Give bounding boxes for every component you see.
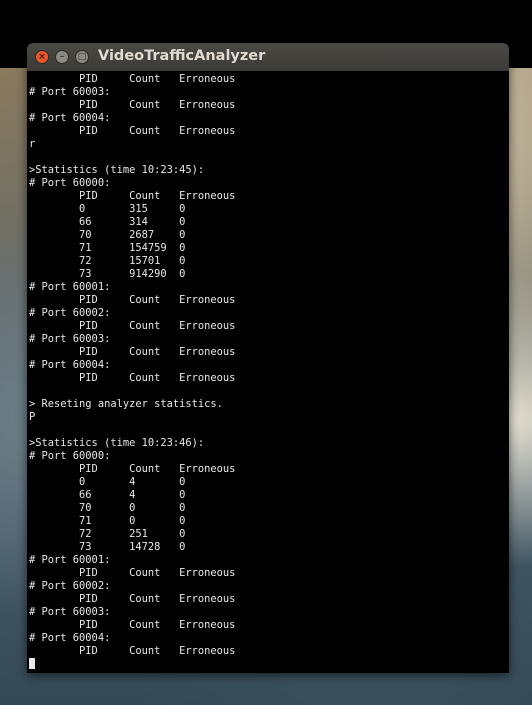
terminal-line: # Port 60002:: [29, 307, 111, 319]
terminal-line: PID Count Erroneous: [29, 125, 236, 137]
terminal-line: 73 914290 0: [29, 268, 186, 280]
terminal-line: PID Count Erroneous: [29, 99, 236, 111]
terminal-line: 71 154759 0: [29, 242, 186, 254]
terminal-line: 0 4 0: [29, 476, 186, 488]
terminal-line: PID Count Erroneous: [29, 567, 236, 579]
terminal-line: # Port 60004:: [29, 632, 111, 644]
terminal-line: # Port 60003:: [29, 333, 111, 345]
terminal-cursor: [29, 658, 35, 669]
terminal-line: PID Count Erroneous: [29, 346, 236, 358]
terminal-line: # Port 60001:: [29, 554, 111, 566]
terminal-line: PID Count Erroneous: [29, 320, 236, 332]
terminal-line: PID Count Erroneous: [29, 73, 236, 85]
terminal-line: 73 14728 0: [29, 541, 186, 553]
terminal-line: PID Count Erroneous: [29, 463, 236, 475]
terminal-line: P: [29, 411, 36, 423]
window-title: VideoTrafficAnalyzer: [98, 48, 266, 64]
terminal-window: × – □ VideoTrafficAnalyzer PID Count Err…: [27, 43, 509, 673]
terminal-line: 72 251 0: [29, 528, 186, 540]
window-titlebar[interactable]: × – □ VideoTrafficAnalyzer: [27, 43, 509, 71]
terminal-line: # Port 60004:: [29, 359, 111, 371]
terminal-line: >Statistics (time 10:23:45):: [29, 164, 205, 176]
terminal-line: # Port 60000:: [29, 450, 111, 462]
terminal-line: r: [29, 138, 36, 150]
terminal-line: PID Count Erroneous: [29, 190, 236, 202]
terminal-line: # Port 60000:: [29, 177, 111, 189]
terminal-line: PID Count Erroneous: [29, 372, 236, 384]
terminal-line: 0 315 0: [29, 203, 186, 215]
terminal-line: PID Count Erroneous: [29, 645, 236, 657]
terminal-line: PID Count Erroneous: [29, 593, 236, 605]
terminal-line: > Reseting analyzer statistics.: [29, 398, 223, 410]
terminal-line: PID Count Erroneous: [29, 294, 236, 306]
maximize-icon[interactable]: □: [75, 50, 89, 64]
terminal-line: 66 4 0: [29, 489, 186, 501]
terminal-line: # Port 60003:: [29, 606, 111, 618]
terminal-line: # Port 60004:: [29, 112, 111, 124]
terminal-line: PID Count Erroneous: [29, 619, 236, 631]
terminal-line: 70 0 0: [29, 502, 186, 514]
terminal-line: # Port 60001:: [29, 281, 111, 293]
terminal-line: # Port 60003:: [29, 86, 111, 98]
terminal-line: # Port 60002:: [29, 580, 111, 592]
terminal-line: 70 2687 0: [29, 229, 186, 241]
minimize-icon[interactable]: –: [55, 50, 69, 64]
terminal-line: 66 314 0: [29, 216, 186, 228]
terminal-line: 71 0 0: [29, 515, 186, 527]
terminal-output[interactable]: PID Count Erroneous # Port 60003: PID Cou…: [27, 71, 509, 673]
terminal-line: >Statistics (time 10:23:46):: [29, 437, 205, 449]
close-icon[interactable]: ×: [35, 50, 49, 64]
terminal-line: 72 15701 0: [29, 255, 186, 267]
